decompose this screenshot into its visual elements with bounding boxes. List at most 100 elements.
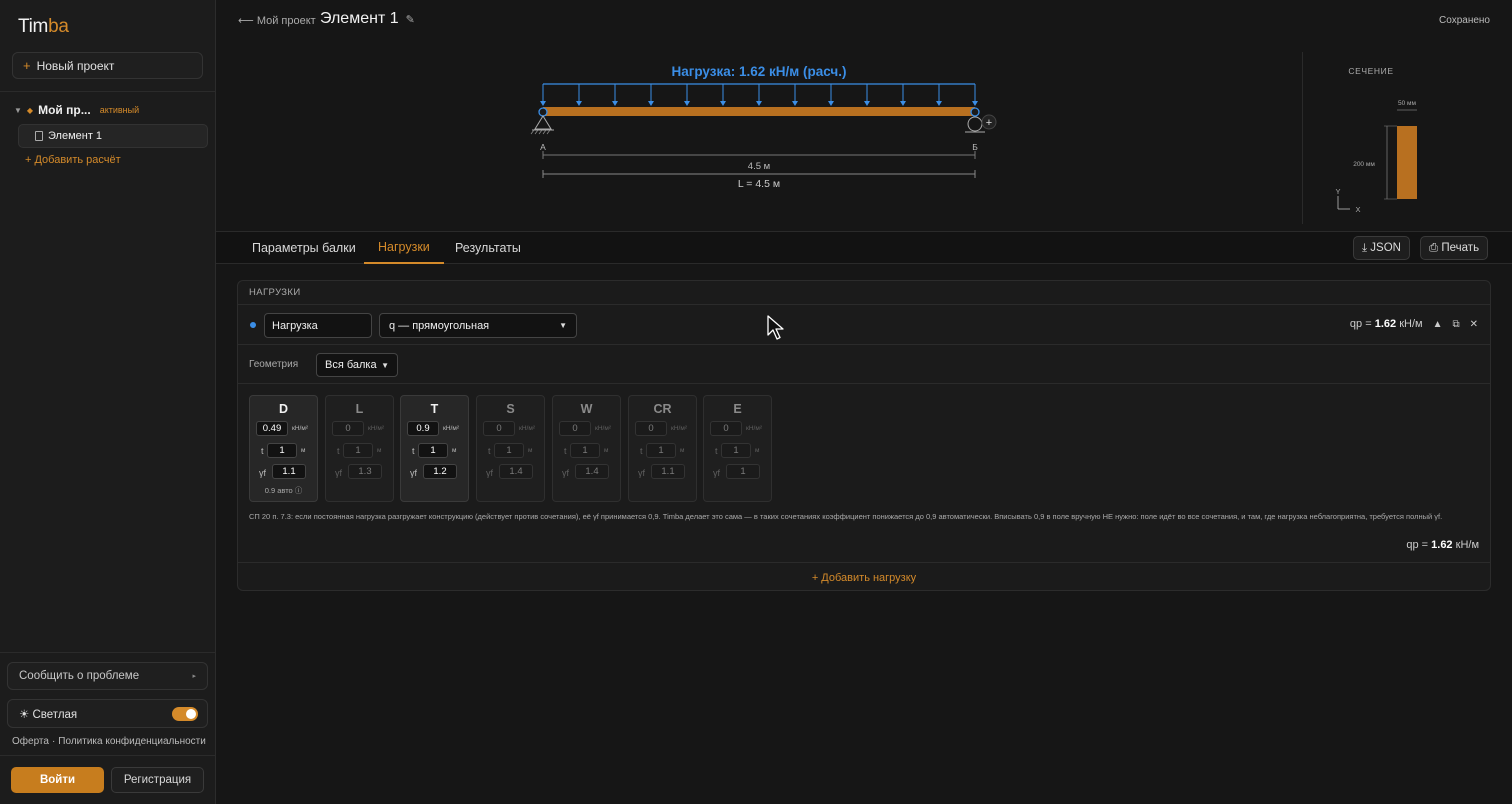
chevron-down-icon: ▼ [381, 360, 389, 370]
sidebar-item-element[interactable]: Элемент 1 [18, 124, 208, 148]
load-arrowhead [612, 101, 618, 106]
load-type-value: q — прямоугольная [389, 319, 490, 332]
register-button[interactable]: Регистрация [111, 767, 204, 793]
load-card-t[interactable]: T 0.9 кН/м² t 1 м γf 1.2 [400, 395, 469, 502]
geometry-select[interactable]: Вся балка ▼ [316, 353, 398, 377]
t-label: t [640, 446, 643, 456]
new-project-label: Новый проект [36, 58, 115, 73]
close-icon[interactable]: ✕ [1470, 319, 1478, 330]
axis-y-label: Y [1335, 187, 1340, 196]
section-rect[interactable] [1397, 126, 1417, 199]
app-logo[interactable]: Timba [18, 16, 69, 38]
load-card-w[interactable]: W 0 кН/м² t 1 м γf 1.4 [552, 395, 621, 502]
section-title: СЕЧЕНИЕ [1348, 66, 1393, 76]
load-arrows [540, 84, 978, 106]
t-label: t [412, 446, 415, 456]
page-title: Элемент 1 ✎ [320, 10, 415, 28]
gf-input[interactable]: 1.4 [575, 464, 609, 479]
load-value-input[interactable]: 0 [483, 421, 515, 436]
load-arrowhead [684, 101, 690, 106]
load-value-unit: кН/м² [443, 425, 459, 432]
gf-label: γf [562, 468, 570, 478]
report-problem-button[interactable]: Сообщить о проблеме ▸ [7, 662, 208, 690]
collapse-icon[interactable]: ▲ [1433, 319, 1443, 330]
beam-diagram-zone: Нагрузка: 1.62 кН/м (расч.) + А Б 4.5 м … [216, 40, 1512, 232]
gf-input[interactable]: 1.1 [272, 464, 306, 479]
node-b[interactable] [970, 107, 980, 117]
load-card-d[interactable]: D 0.49 кН/м² t 1 м γf 1.1 0.9 авто ⓘ [249, 395, 318, 502]
section-height-label: 200 мм [1353, 161, 1375, 168]
caret-down-icon[interactable]: ▼ [14, 106, 22, 115]
sp20-note: СП 20 п. 7.3: если постоянная нагрузка р… [249, 512, 1443, 521]
t-input[interactable]: 1 [494, 443, 524, 458]
print-button[interactable]: ⎙ Печать [1420, 236, 1489, 260]
load-arrowhead [792, 101, 798, 106]
load-value-input[interactable]: 0 [635, 421, 667, 436]
beam-diagram: Нагрузка: 1.62 кН/м (расч.) + А Б 4.5 м … [530, 64, 997, 190]
load-card-s[interactable]: S 0 кН/м² t 1 м γf 1.4 [476, 395, 545, 502]
gf-label: γf [638, 468, 646, 478]
plus-icon: + [23, 58, 31, 73]
gf-input[interactable]: 1.3 [348, 464, 382, 479]
qp-value: 1.62 [1374, 318, 1397, 330]
load-value-input[interactable]: 0 [710, 421, 742, 436]
login-button[interactable]: Войти [11, 767, 104, 793]
new-project-button[interactable]: + Новый проект [12, 52, 203, 79]
t-input[interactable]: 1 [418, 443, 448, 458]
offer-link[interactable]: Оферта [12, 736, 49, 747]
add-calculation-link[interactable]: + Добавить расчёт [25, 154, 121, 166]
load-value-input[interactable]: 0 [559, 421, 591, 436]
tab-beam-params[interactable]: Параметры балки [238, 232, 370, 264]
divider [0, 755, 216, 756]
t-input[interactable]: 1 [570, 443, 600, 458]
add-load-button[interactable]: + Добавить нагрузку [238, 562, 1490, 590]
project-name: Мой пр... [38, 103, 91, 117]
t-input[interactable]: 1 [646, 443, 676, 458]
gf-input[interactable]: 1.4 [499, 464, 533, 479]
load-value-input[interactable]: 0 [332, 421, 364, 436]
t-unit: м [604, 447, 609, 454]
top-bar: ⟵ Мой проект Элемент 1 ✎ Сохранено [216, 0, 1512, 40]
load-value-unit: кН/м² [292, 425, 308, 432]
load-code: S [506, 402, 515, 416]
load-card-l[interactable]: L 0 кН/м² t 1 м γf 1.3 [325, 395, 394, 502]
qp-prefix: qp = [1349, 318, 1372, 330]
mouse-cursor-icon [767, 315, 784, 340]
load-code: W [580, 402, 593, 416]
element-title[interactable]: Элемент 1 [320, 10, 399, 28]
report-label: Сообщить о проблеме [19, 670, 140, 682]
load-code: L [355, 402, 364, 416]
privacy-link[interactable]: Политика конфиденциальности [58, 736, 206, 747]
back-to-project-link[interactable]: ⟵ Мой проект [238, 14, 316, 27]
beam[interactable] [543, 107, 975, 116]
load-value-input[interactable]: 0.49 [256, 421, 288, 436]
save-status: Сохранено [1439, 15, 1490, 26]
load-arrowhead [540, 101, 546, 106]
t-unit: м [301, 447, 306, 454]
auto-gf-hint[interactable]: 0.9 авто ⓘ [250, 485, 317, 496]
load-value-input[interactable]: 0.9 [407, 421, 439, 436]
pencil-icon[interactable]: ✎ [406, 13, 415, 26]
duplicate-icon[interactable]: ⧉ [1452, 319, 1459, 330]
load-name-input[interactable]: Нагрузка [264, 313, 372, 338]
load-type-select[interactable]: q — прямоугольная ▼ [379, 313, 577, 338]
t-unit: м [528, 447, 533, 454]
t-input[interactable]: 1 [721, 443, 751, 458]
project-tree-item[interactable]: ▼ ◆ Мой пр... активный [14, 103, 139, 117]
gf-input[interactable]: 1.1 [651, 464, 685, 479]
total-prefix: qp = [1406, 539, 1429, 551]
loads-panel: НАГРУЗКИ Нагрузка q — прямоугольная ▼ qp… [237, 280, 1491, 591]
theme-toggle[interactable] [172, 706, 198, 721]
t-input[interactable]: 1 [343, 443, 373, 458]
gf-input[interactable]: 1 [726, 464, 760, 479]
tab-loads[interactable]: Нагрузки [364, 232, 444, 264]
load-card-cr[interactable]: CR 0 кН/м² t 1 м γf 1.1 [628, 395, 697, 502]
node-a[interactable] [538, 107, 548, 117]
theme-toggle-row[interactable]: ☀ Светлая [7, 699, 208, 728]
tab-results[interactable]: Результаты [441, 232, 535, 264]
load-arrowhead [756, 101, 762, 106]
gf-input[interactable]: 1.2 [423, 464, 457, 479]
t-input[interactable]: 1 [267, 443, 297, 458]
load-card-e[interactable]: E 0 кН/м² t 1 м γf 1 [703, 395, 772, 502]
export-json-button[interactable]: ⤓ JSON [1353, 236, 1410, 260]
